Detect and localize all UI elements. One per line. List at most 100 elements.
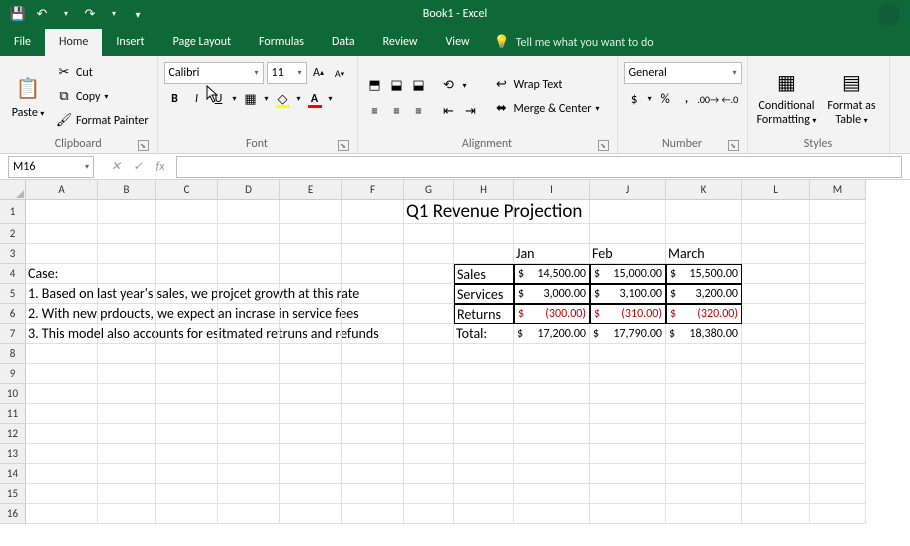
cell-I12[interactable]: [514, 424, 590, 444]
row-header-15[interactable]: 15: [0, 484, 26, 504]
cell-K8[interactable]: [666, 344, 742, 364]
format-painter-button[interactable]: 🖌Format Painter: [54, 110, 151, 132]
accounting-format-icon[interactable]: $: [624, 88, 645, 110]
cell-I2[interactable]: [514, 224, 590, 244]
cell-I11[interactable]: [514, 404, 590, 424]
cell-M14[interactable]: [810, 464, 866, 484]
font-color-more-icon[interactable]: ▾: [326, 88, 336, 110]
font-name-combo[interactable]: Calibri▾: [164, 62, 264, 84]
cell-B7[interactable]: [98, 324, 156, 344]
copy-button[interactable]: ⧉Copy ▾: [54, 86, 151, 108]
align-top-icon[interactable]: ⬒: [364, 75, 386, 97]
cell-C12[interactable]: [156, 424, 218, 444]
cell-H10[interactable]: [454, 384, 514, 404]
cell-D5[interactable]: [218, 284, 280, 304]
row-header-11[interactable]: 11: [0, 404, 26, 424]
cell-M9[interactable]: [810, 364, 866, 384]
cell-I15[interactable]: [514, 484, 590, 504]
tab-formulas[interactable]: Formulas: [245, 29, 318, 56]
cell-B3[interactable]: [98, 244, 156, 264]
col-header-D[interactable]: D: [218, 180, 280, 200]
cell-G8[interactable]: [404, 344, 454, 364]
cell-D16[interactable]: [218, 504, 280, 524]
col-header-J[interactable]: J: [590, 180, 666, 200]
cell-G11[interactable]: [404, 404, 454, 424]
cell-K11[interactable]: [666, 404, 742, 424]
cell-A11[interactable]: [26, 404, 98, 424]
cell-I16[interactable]: [514, 504, 590, 524]
cell-D11[interactable]: [218, 404, 280, 424]
number-format-combo[interactable]: General▾: [624, 62, 742, 84]
cell-J3[interactable]: Feb: [590, 244, 666, 264]
cell-I13[interactable]: [514, 444, 590, 464]
save-icon[interactable]: 💾: [6, 2, 30, 26]
cell-G3[interactable]: [404, 244, 454, 264]
cell-I6[interactable]: $(300.00): [514, 304, 590, 324]
cell-A4[interactable]: Case:: [26, 264, 98, 284]
cell-B12[interactable]: [98, 424, 156, 444]
cell-L2[interactable]: [742, 224, 810, 244]
cell-H7[interactable]: Total:: [454, 324, 514, 344]
cell-L16[interactable]: [742, 504, 810, 524]
cell-H3[interactable]: [454, 244, 514, 264]
increase-indent-icon[interactable]: ⇥: [460, 101, 482, 123]
cell-E13[interactable]: [280, 444, 342, 464]
orientation-more-icon[interactable]: ▾: [460, 75, 470, 97]
tab-home[interactable]: Home: [45, 29, 102, 56]
cell-L14[interactable]: [742, 464, 810, 484]
cell-K3[interactable]: March: [666, 244, 742, 264]
cell-F9[interactable]: [342, 364, 404, 384]
cell-L7[interactable]: [742, 324, 810, 344]
cell-M11[interactable]: [810, 404, 866, 424]
cell-A8[interactable]: [26, 344, 98, 364]
cell-C13[interactable]: [156, 444, 218, 464]
cell-M8[interactable]: [810, 344, 866, 364]
cell-C6[interactable]: [156, 304, 218, 324]
select-all-corner[interactable]: [0, 180, 26, 200]
cell-F12[interactable]: [342, 424, 404, 444]
cell-K2[interactable]: [666, 224, 742, 244]
cell-C9[interactable]: [156, 364, 218, 384]
cell-I4[interactable]: $14,500.00: [514, 264, 590, 284]
align-center-icon[interactable]: ≡: [386, 101, 408, 123]
cell-J16[interactable]: [590, 504, 666, 524]
cell-J5[interactable]: $3,100.00: [590, 284, 666, 304]
cell-K14[interactable]: [666, 464, 742, 484]
cell-G15[interactable]: [404, 484, 454, 504]
cell-B2[interactable]: [98, 224, 156, 244]
cell-M6[interactable]: [810, 304, 866, 324]
cell-A5[interactable]: 1. Based on last year's sales, we projce…: [26, 284, 98, 304]
cell-J1[interactable]: [590, 200, 666, 224]
cell-A13[interactable]: [26, 444, 98, 464]
alignment-dialog-launcher-icon[interactable]: ⬊: [598, 140, 609, 151]
cell-F15[interactable]: [342, 484, 404, 504]
cell-D15[interactable]: [218, 484, 280, 504]
row-header-4[interactable]: 4: [0, 264, 26, 284]
cell-L4[interactable]: [742, 264, 810, 284]
row-header-10[interactable]: 10: [0, 384, 26, 404]
percent-format-icon[interactable]: %: [655, 88, 676, 110]
cell-A2[interactable]: [26, 224, 98, 244]
cell-D1[interactable]: [218, 200, 280, 224]
cell-H13[interactable]: [454, 444, 514, 464]
cell-L3[interactable]: [742, 244, 810, 264]
cell-E16[interactable]: [280, 504, 342, 524]
tab-insert[interactable]: Insert: [102, 29, 158, 56]
cell-B15[interactable]: [98, 484, 156, 504]
cell-M2[interactable]: [810, 224, 866, 244]
cell-K1[interactable]: [666, 200, 742, 224]
cell-L11[interactable]: [742, 404, 810, 424]
cell-H11[interactable]: [454, 404, 514, 424]
undo-icon[interactable]: ↶: [30, 2, 54, 26]
cell-K5[interactable]: $3,200.00: [666, 284, 742, 304]
cell-K15[interactable]: [666, 484, 742, 504]
cell-C10[interactable]: [156, 384, 218, 404]
cell-F8[interactable]: [342, 344, 404, 364]
row-header-1[interactable]: 1: [0, 200, 26, 224]
cell-G9[interactable]: [404, 364, 454, 384]
cell-J7[interactable]: $17,790.00: [590, 324, 666, 344]
cell-J9[interactable]: [590, 364, 666, 384]
cell-M1[interactable]: [810, 200, 866, 224]
cell-A16[interactable]: [26, 504, 98, 524]
cell-F14[interactable]: [342, 464, 404, 484]
